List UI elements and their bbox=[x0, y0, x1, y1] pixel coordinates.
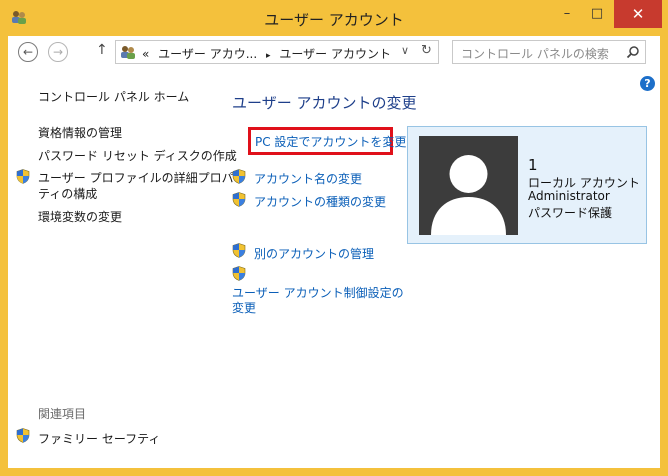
change-account-name-link[interactable]: アカウント名の変更 bbox=[254, 170, 362, 187]
sidebar-item-environment-variables[interactable]: 環境変数の変更 bbox=[38, 208, 122, 225]
breadcrumb-overflow[interactable]: « bbox=[142, 47, 149, 61]
search-input[interactable]: コントロール パネルの検索 bbox=[461, 45, 609, 62]
sidebar-item-credential-manager[interactable]: 資格情報の管理 bbox=[38, 124, 122, 141]
search-icon[interactable] bbox=[626, 45, 640, 59]
page-title: ユーザー アカウントの変更 bbox=[232, 94, 417, 112]
client-area: ← → ↑ « ユーザー アカウ... ▸ ユーザー アカウント ∨ ↻ コント… bbox=[8, 36, 660, 468]
change-account-in-pc-settings-link[interactable]: PC 設定でアカウントを変更 bbox=[255, 133, 406, 150]
uac-shield-icon bbox=[232, 169, 246, 184]
family-safety-icon bbox=[16, 428, 30, 443]
uac-shield-icon bbox=[232, 266, 246, 281]
uac-settings-link[interactable]: ユーザー アカウント制御設定の bbox=[232, 284, 404, 301]
arrow-right-icon: → bbox=[52, 45, 64, 59]
breadcrumb-separator[interactable]: ▸ bbox=[266, 51, 271, 61]
sidebar-item-advanced-profile-properties-cont[interactable]: ティの構成 bbox=[38, 185, 97, 202]
forward-button[interactable]: → bbox=[48, 42, 68, 62]
sidebar-item-password-reset-disk[interactable]: パスワード リセット ディスクの作成 bbox=[38, 147, 237, 164]
avatar bbox=[419, 136, 518, 235]
sidebar-item-family-safety[interactable]: ファミリー セーフティ bbox=[38, 430, 160, 447]
uac-settings-link-cont[interactable]: 変更 bbox=[232, 299, 256, 316]
search-box[interactable]: コントロール パネルの検索 bbox=[452, 40, 646, 64]
related-items-heading: 関連項目 bbox=[38, 407, 87, 421]
sidebar-item-advanced-profile-properties[interactable]: ユーザー プロファイルの詳細プロパ bbox=[38, 169, 234, 186]
arrow-left-icon: ← bbox=[22, 45, 34, 59]
help-icon[interactable]: ? bbox=[640, 76, 655, 91]
breadcrumb: « ユーザー アカウ... ▸ ユーザー アカウント bbox=[142, 45, 391, 62]
back-button[interactable]: ← bbox=[18, 42, 38, 62]
maximize-button[interactable]: □ bbox=[582, 0, 612, 28]
refresh-icon[interactable]: ↻ bbox=[421, 43, 432, 58]
change-account-type-link[interactable]: アカウントの種類の変更 bbox=[254, 193, 386, 210]
minimize-button[interactable]: – bbox=[552, 0, 582, 28]
manage-another-account-link[interactable]: 別のアカウントの管理 bbox=[254, 245, 374, 262]
breadcrumb-user-accounts-parent[interactable]: ユーザー アカウ... bbox=[158, 47, 257, 61]
uac-shield-icon bbox=[16, 169, 30, 184]
account-role: Administrator bbox=[528, 189, 610, 203]
up-button[interactable]: ↑ bbox=[96, 42, 108, 58]
user-silhouette-icon bbox=[431, 155, 506, 235]
address-bar[interactable]: « ユーザー アカウ... ▸ ユーザー アカウント ∨ ↻ bbox=[115, 40, 439, 64]
arrow-up-icon: ↑ bbox=[96, 42, 108, 58]
navigation-toolbar: ← → ↑ « ユーザー アカウ... ▸ ユーザー アカウント ∨ ↻ コント… bbox=[8, 36, 660, 72]
uac-shield-icon bbox=[232, 192, 246, 207]
account-password-status: パスワード保護 bbox=[528, 206, 613, 220]
sidebar-control-panel-home[interactable]: コントロール パネル ホーム bbox=[38, 88, 189, 105]
close-button[interactable]: ✕ bbox=[614, 0, 662, 28]
account-name: 1 bbox=[528, 156, 538, 174]
control-panel-window: ユーザー アカウント – □ ✕ ← → ↑ « ユーザー アカウ... ▸ ユ… bbox=[0, 0, 668, 476]
user-accounts-icon bbox=[121, 46, 135, 59]
address-dropdown-chevron-icon[interactable]: ∨ bbox=[401, 44, 409, 57]
breadcrumb-user-accounts[interactable]: ユーザー アカウント bbox=[279, 47, 391, 61]
uac-shield-icon bbox=[232, 243, 246, 258]
account-card: 1 ローカル アカウント Administrator パスワード保護 bbox=[407, 126, 647, 244]
title-bar[interactable]: ユーザー アカウント – □ ✕ bbox=[0, 0, 668, 36]
